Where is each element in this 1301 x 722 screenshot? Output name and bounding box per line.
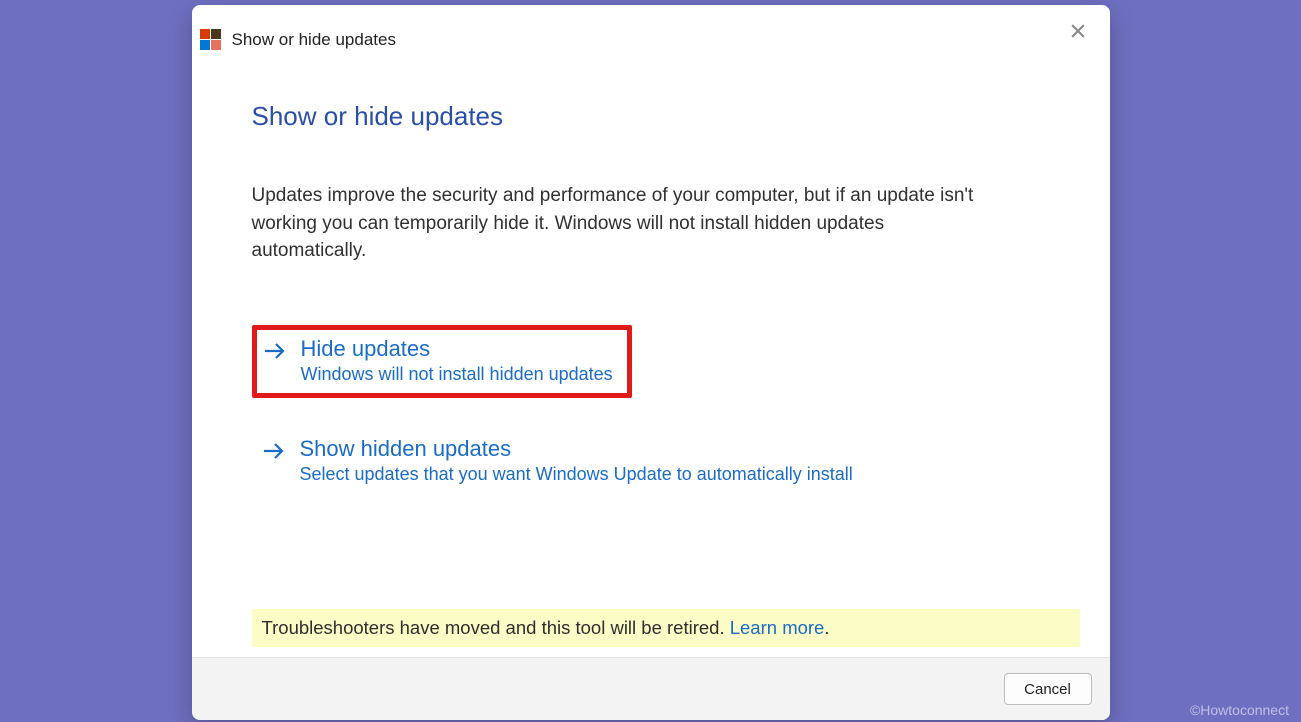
- footer: Cancel: [192, 657, 1110, 720]
- close-icon: [1068, 21, 1088, 46]
- dialog-window: Show or hide updates Show or hide update…: [192, 5, 1110, 720]
- window-title: Show or hide updates: [232, 30, 396, 50]
- notice-banner: Troubleshooters have moved and this tool…: [252, 609, 1080, 647]
- page-description: Updates improve the security and perform…: [252, 182, 992, 265]
- arrow-right-icon: [262, 440, 286, 467]
- learn-more-link[interactable]: Learn more: [730, 617, 825, 638]
- close-button[interactable]: [1064, 19, 1092, 47]
- page-heading: Show or hide updates: [252, 101, 1050, 132]
- option-show-hidden-updates[interactable]: Show hidden updates Select updates that …: [252, 428, 863, 495]
- cancel-button[interactable]: Cancel: [1004, 673, 1092, 705]
- option-hide-title: Hide updates: [301, 336, 613, 362]
- option-hide-subtitle: Windows will not install hidden updates: [301, 364, 613, 385]
- arrow-right-icon: [263, 340, 287, 367]
- watermark-text: ©Howtoconnect: [1190, 702, 1289, 718]
- option-show-subtitle: Select updates that you want Windows Upd…: [300, 464, 853, 485]
- notice-text: Troubleshooters have moved and this tool…: [262, 617, 730, 638]
- option-hide-updates[interactable]: Hide updates Windows will not install hi…: [252, 325, 632, 398]
- app-icon: [200, 29, 222, 51]
- content-area: Show or hide updates Updates improve the…: [192, 51, 1110, 657]
- option-show-title: Show hidden updates: [300, 436, 853, 462]
- titlebar: Show or hide updates: [192, 5, 1110, 51]
